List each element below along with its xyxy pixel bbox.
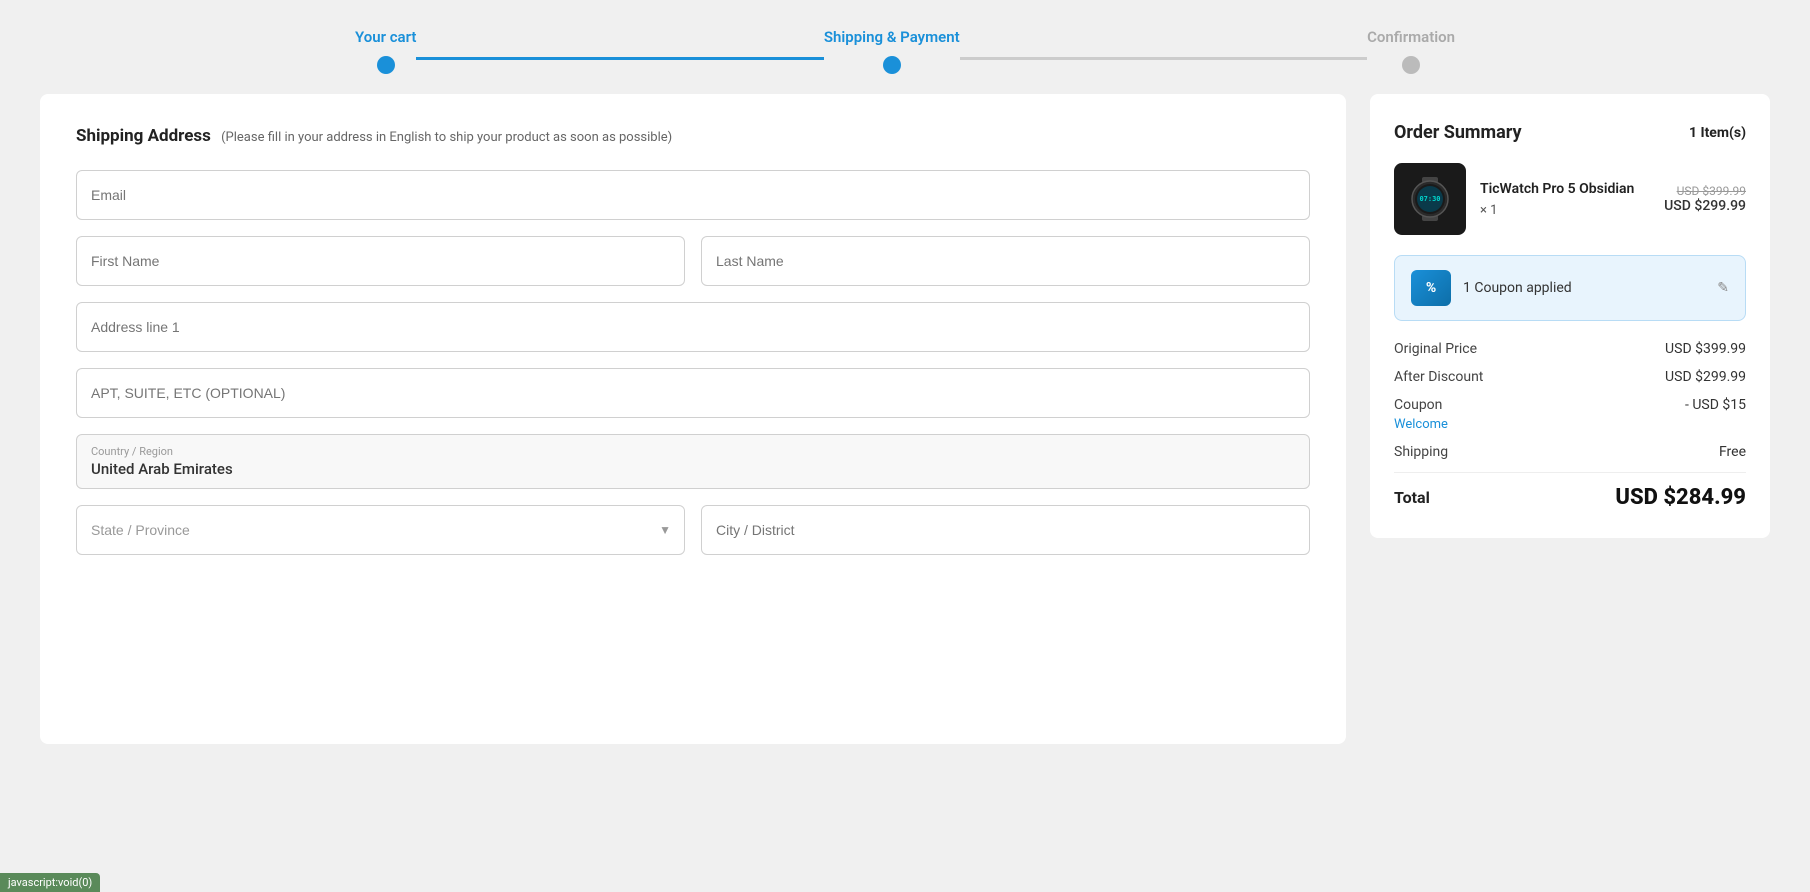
email-field-group: [76, 170, 1310, 220]
coupon-applied-text: 1 Coupon applied: [1463, 280, 1705, 296]
step-shipping-payment[interactable]: Shipping & Payment: [824, 28, 960, 74]
product-name: TicWatch Pro 5 Obsidian: [1480, 181, 1650, 197]
address2-group: [76, 368, 1310, 418]
first-name-input[interactable]: [76, 236, 685, 286]
after-discount-value: USD $299.99: [1665, 369, 1746, 385]
step-shipping-payment-label: Shipping & Payment: [824, 28, 960, 46]
last-name-group: [701, 236, 1310, 286]
state-group: State / Province ▼: [76, 505, 685, 555]
item-count: 1: [1689, 125, 1697, 141]
original-price-label: Original Price: [1394, 341, 1477, 357]
coupon-price-label: Coupon: [1394, 397, 1442, 413]
country-group: Country / Region United Arab Emirates: [76, 434, 1310, 489]
js-status-bar: javascript:void(0): [0, 873, 100, 892]
last-name-input[interactable]: [701, 236, 1310, 286]
product-current-price: USD $299.99: [1664, 198, 1746, 214]
product-info: TicWatch Pro 5 Obsidian × 1: [1480, 181, 1650, 218]
order-summary-panel: Order Summary 1 Item(s) 07:30 Tic: [1370, 94, 1770, 538]
svg-text:07:30: 07:30: [1419, 195, 1440, 203]
step-your-cart-label: Your cart: [355, 28, 416, 46]
js-status-text: javascript:void(0): [8, 876, 92, 889]
step-confirmation-dot: [1402, 56, 1420, 74]
step-your-cart[interactable]: Your cart: [355, 28, 416, 74]
product-original-price: USD $399.99: [1664, 184, 1746, 198]
shipping-address-subtitle: (Please fill in your address in English …: [221, 130, 672, 145]
product-qty: × 1: [1480, 203, 1650, 218]
city-group: [701, 505, 1310, 555]
state-select[interactable]: State / Province: [76, 505, 685, 555]
email-input[interactable]: [76, 170, 1310, 220]
after-discount-row: After Discount USD $299.99: [1394, 369, 1746, 385]
step-your-cart-dot: [377, 56, 395, 74]
order-summary-count: 1 Item(s): [1689, 125, 1746, 141]
product-image: 07:30: [1394, 163, 1466, 235]
step-confirmation[interactable]: Confirmation: [1367, 28, 1455, 74]
order-summary-title: Order Summary: [1394, 122, 1522, 143]
city-input[interactable]: [701, 505, 1310, 555]
step-line-1: [416, 57, 823, 60]
address1-group: [76, 302, 1310, 352]
state-city-row: State / Province ▼: [76, 505, 1310, 555]
name-row: [76, 236, 1310, 286]
coupon-name: Welcome: [1394, 417, 1746, 432]
coupon-edit-icon[interactable]: ✎: [1717, 280, 1729, 296]
order-summary-header: Order Summary 1 Item(s): [1394, 122, 1746, 143]
total-row: Total USD $284.99: [1394, 485, 1746, 510]
total-label: Total: [1394, 488, 1430, 507]
total-value: USD $284.99: [1615, 485, 1746, 510]
step-line-2: [960, 57, 1367, 60]
country-label: Country / Region: [91, 445, 1295, 458]
country-field[interactable]: Country / Region United Arab Emirates: [76, 434, 1310, 489]
coupon-price-row: Coupon - USD $15: [1394, 397, 1746, 413]
step-confirmation-label: Confirmation: [1367, 28, 1455, 46]
address-line1-input[interactable]: [76, 302, 1310, 352]
product-pricing: USD $399.99 USD $299.99: [1664, 184, 1746, 214]
coupon-icon: %: [1411, 270, 1451, 306]
coupon-price-value: - USD $15: [1685, 397, 1746, 413]
step-shipping-payment-dot: [883, 56, 901, 74]
section-title: Shipping Address (Please fill in your ad…: [76, 126, 1310, 146]
coupon-box[interactable]: % 1 Coupon applied ✎: [1394, 255, 1746, 321]
product-watch-icon: 07:30: [1404, 173, 1456, 225]
original-price-value: USD $399.99: [1665, 341, 1746, 357]
original-price-row: Original Price USD $399.99: [1394, 341, 1746, 357]
shipping-row: Shipping Free: [1394, 444, 1746, 460]
price-divider: [1394, 472, 1746, 473]
address-line2-input[interactable]: [76, 368, 1310, 418]
first-name-group: [76, 236, 685, 286]
shipping-label: Shipping: [1394, 444, 1448, 460]
country-value: United Arab Emirates: [91, 460, 233, 478]
item-count-label: Item(s): [1700, 125, 1746, 141]
coupon-percent-symbol: %: [1426, 280, 1436, 296]
product-row: 07:30 TicWatch Pro 5 Obsidian × 1 USD $3…: [1394, 163, 1746, 235]
shipping-address-title: Shipping Address: [76, 126, 211, 146]
shipping-value: Free: [1719, 444, 1746, 460]
progress-bar: Your cart Shipping & Payment Confirmatio…: [0, 0, 1810, 94]
shipping-form-panel: Shipping Address (Please fill in your ad…: [40, 94, 1346, 744]
after-discount-label: After Discount: [1394, 369, 1483, 385]
